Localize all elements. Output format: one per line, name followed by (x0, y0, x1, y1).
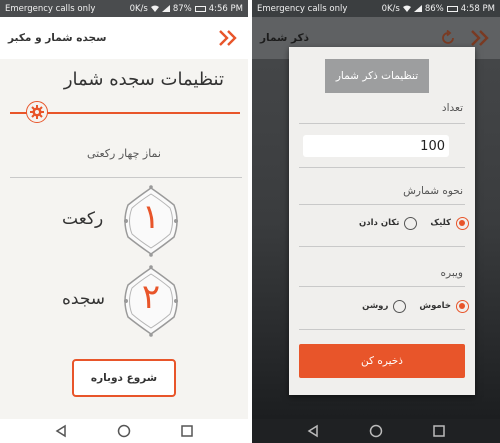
battery-icon (446, 5, 458, 12)
divider (299, 167, 465, 168)
battery-percent: 87% (172, 3, 192, 14)
battery-icon (194, 5, 206, 12)
carrier-text: Emergency calls only (5, 3, 96, 14)
back-triangle-icon[interactable] (54, 424, 68, 438)
divider (299, 246, 465, 247)
divider (299, 123, 465, 124)
wifi-icon (402, 5, 411, 12)
sajde-counter: سجده ۲ (0, 265, 248, 345)
sajde-label: سجده (62, 289, 106, 309)
carrier-text: Emergency calls only (257, 3, 348, 14)
count-input[interactable] (303, 135, 449, 157)
nav-bar (0, 419, 248, 443)
counting-method-group: کلیک تکان دادن (289, 214, 475, 232)
signal-icon (413, 5, 422, 12)
right-screen: Emergency calls only 0K/s 86% 4:58 PM ذک… (252, 0, 500, 443)
rakat-label: رکعت (62, 209, 104, 229)
rakat-value[interactable]: ۱ (120, 197, 182, 237)
double-chevron-right-icon[interactable] (218, 29, 240, 47)
radio-click[interactable] (456, 216, 469, 230)
settings-content: تنظیمات سجده شمار نماز چهار رکعتی رکعت ۱… (0, 59, 248, 419)
dialog-title[interactable]: تنظیمات ذکر شمار (325, 59, 429, 93)
nav-bar (252, 419, 500, 443)
prayer-type-selector[interactable]: نماز چهار رکعتی (0, 147, 248, 160)
recents-square-icon[interactable] (432, 424, 446, 438)
double-chevron-right-icon[interactable] (470, 29, 492, 47)
status-right: 0K/s 87% 4:56 PM (130, 4, 243, 14)
left-screen: Emergency calls only 0K/s 87% 4:56 PM سج… (0, 0, 248, 443)
page-title: تنظیمات سجده شمار (63, 69, 224, 90)
wifi-icon (150, 5, 159, 12)
divider (10, 177, 242, 178)
radio-off[interactable] (456, 299, 469, 313)
counting-method-label: نحوه شمارش (403, 185, 463, 197)
back-triangle-icon[interactable] (306, 424, 320, 438)
app-title: ذکر شمار (260, 32, 310, 44)
sajde-value[interactable]: ۲ (120, 277, 182, 317)
app-bar-actions (440, 29, 492, 47)
refresh-icon[interactable] (440, 30, 456, 46)
recents-square-icon[interactable] (180, 424, 194, 438)
radio-shake[interactable] (404, 216, 418, 230)
divider (299, 329, 465, 330)
status-bar: Emergency calls only 0K/s 86% 4:58 PM (252, 0, 500, 17)
gear-icon (30, 105, 44, 119)
vibrate-label: ویبره (440, 267, 463, 279)
status-right: 0K/s 86% 4:58 PM (382, 4, 495, 14)
vibrate-group: خاموش روشن (289, 297, 475, 315)
counter-settings-dialog: تنظیمات ذکر شمار تعداد نحوه شمارش کلیک ت… (289, 47, 475, 395)
option-off-label: خاموش (419, 301, 451, 311)
battery-percent: 86% (424, 3, 444, 14)
save-button[interactable]: ذخیره کن (299, 344, 465, 378)
app-title: سجده شمار و مکبر (8, 32, 107, 44)
option-on-label: روشن (362, 301, 389, 311)
app-bar: سجده شمار و مکبر (0, 17, 248, 59)
data-speed: 0K/s (381, 3, 400, 14)
count-label: تعداد (441, 102, 463, 114)
status-bar: Emergency calls only 0K/s 87% 4:56 PM (0, 0, 248, 17)
signal-icon (161, 5, 170, 12)
clock: 4:58 PM (460, 3, 495, 14)
option-click-label: کلیک (430, 218, 451, 228)
radio-on[interactable] (393, 299, 407, 313)
rakat-counter: رکعت ۱ (0, 185, 248, 265)
restart-button[interactable]: شروع دوباره (72, 359, 176, 397)
settings-gear-button[interactable] (26, 101, 48, 123)
clock: 4:56 PM (208, 3, 243, 14)
data-speed: 0K/s (129, 3, 148, 14)
home-circle-icon[interactable] (369, 424, 383, 438)
divider (299, 286, 465, 287)
divider (299, 204, 465, 205)
home-circle-icon[interactable] (117, 424, 131, 438)
option-shake-label: تکان دادن (358, 218, 400, 228)
